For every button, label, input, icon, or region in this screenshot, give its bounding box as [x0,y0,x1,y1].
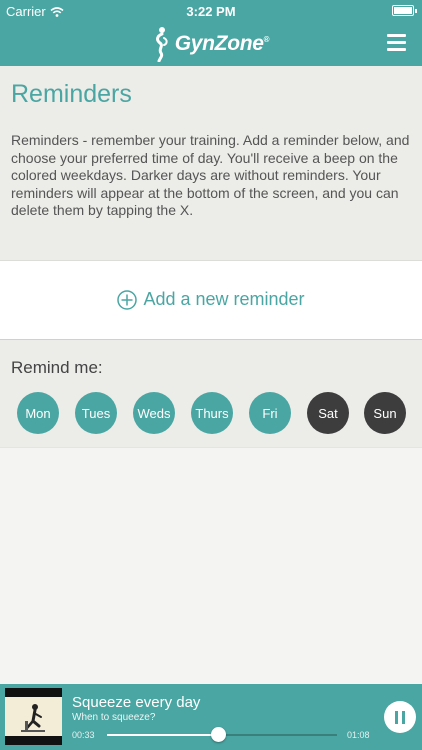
day-thurs[interactable]: Thurs [191,392,233,434]
gynzone-logo: GynZone® [0,26,422,62]
track-subtitle: When to squeeze? [72,712,156,723]
pause-icon [395,710,398,724]
add-reminder-button[interactable]: Add a new reminder [0,289,422,310]
elapsed-time: 00:33 [72,730,95,740]
day-sat[interactable]: Sat [307,392,349,434]
page-title: Reminders [11,80,132,108]
remind-panel: Remind me: Mon Tues Weds Thurs Fri Sat S… [0,340,422,448]
day-sun[interactable]: Sun [364,392,406,434]
status-bar: Carrier 3:22 PM [0,0,422,22]
track-thumbnail[interactable] [5,688,62,745]
progress-knob[interactable] [211,727,227,742]
status-time: 3:22 PM [186,4,236,19]
battery-icon [392,5,417,16]
remind-label: Remind me: [11,358,103,377]
nav-bar: GynZone® [0,22,422,66]
weekday-selector: Mon Tues Weds Thurs Fri Sat Sun [17,392,406,434]
track-title: Squeeze every day [72,694,201,711]
day-weds[interactable]: Weds [133,392,175,434]
day-mon[interactable]: Mon [17,392,59,434]
add-reminder-label: Add a new reminder [143,289,305,309]
day-tues[interactable]: Tues [75,392,117,434]
audio-player: Squeeze every day When to squeeze? 00:33… [0,684,422,750]
total-time: 01:08 [347,730,370,740]
menu-icon[interactable] [387,34,406,52]
pause-button[interactable] [384,701,416,733]
gynzone-logo-icon [155,27,168,62]
day-fri[interactable]: Fri [249,392,291,434]
progress-fill [107,734,219,736]
brand-name: GynZone® [174,32,270,55]
plus-circle-icon [117,289,138,310]
exercise-illustration [5,688,62,745]
add-reminder-panel: Add a new reminder [0,260,422,340]
intro-section: Reminders Reminders - remember your trai… [0,66,422,260]
intro-description: Reminders - remember your training. Add … [11,132,410,218]
